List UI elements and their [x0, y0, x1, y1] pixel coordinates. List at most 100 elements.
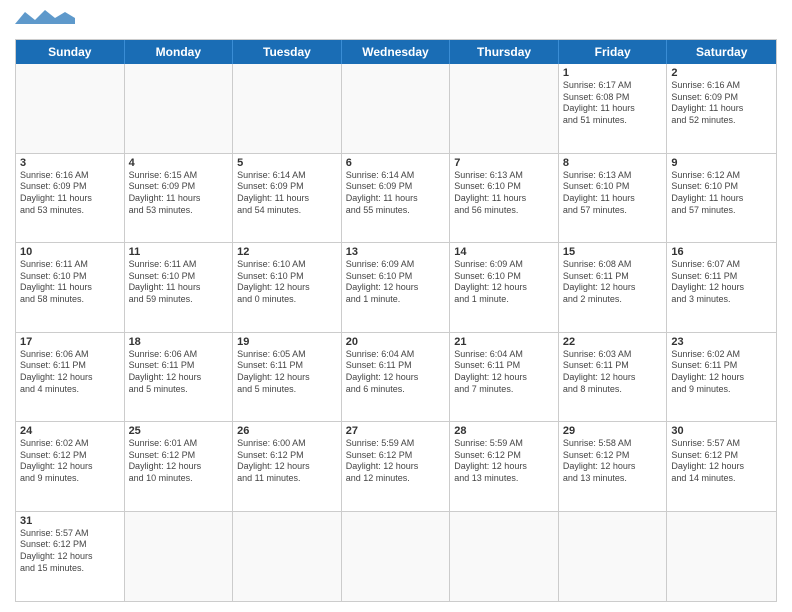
- day-info: Sunrise: 6:04 AM Sunset: 6:11 PM Dayligh…: [454, 349, 554, 396]
- day-header: Sunday: [16, 40, 125, 64]
- day-cell: 30Sunrise: 5:57 AM Sunset: 6:12 PM Dayli…: [667, 422, 776, 511]
- day-cell: 1Sunrise: 6:17 AM Sunset: 6:08 PM Daylig…: [559, 64, 668, 153]
- header: [15, 10, 777, 31]
- day-cell: 9Sunrise: 6:12 AM Sunset: 6:10 PM Daylig…: [667, 154, 776, 243]
- day-cell: 16Sunrise: 6:07 AM Sunset: 6:11 PM Dayli…: [667, 243, 776, 332]
- day-info: Sunrise: 6:11 AM Sunset: 6:10 PM Dayligh…: [20, 259, 120, 306]
- day-cell: 14Sunrise: 6:09 AM Sunset: 6:10 PM Dayli…: [450, 243, 559, 332]
- day-info: Sunrise: 6:06 AM Sunset: 6:11 PM Dayligh…: [129, 349, 229, 396]
- day-cell: 15Sunrise: 6:08 AM Sunset: 6:11 PM Dayli…: [559, 243, 668, 332]
- day-cell: 11Sunrise: 6:11 AM Sunset: 6:10 PM Dayli…: [125, 243, 234, 332]
- day-number: 23: [671, 336, 772, 348]
- day-header: Monday: [125, 40, 234, 64]
- day-header: Friday: [559, 40, 668, 64]
- day-number: 4: [129, 157, 229, 169]
- day-number: 9: [671, 157, 772, 169]
- day-info: Sunrise: 6:13 AM Sunset: 6:10 PM Dayligh…: [563, 170, 663, 217]
- week-row: 31Sunrise: 5:57 AM Sunset: 6:12 PM Dayli…: [16, 512, 776, 602]
- day-cell: 25Sunrise: 6:01 AM Sunset: 6:12 PM Dayli…: [125, 422, 234, 511]
- day-cell: [667, 512, 776, 602]
- day-number: 1: [563, 67, 663, 79]
- day-number: 11: [129, 246, 229, 258]
- day-info: Sunrise: 6:06 AM Sunset: 6:11 PM Dayligh…: [20, 349, 120, 396]
- day-info: Sunrise: 5:57 AM Sunset: 6:12 PM Dayligh…: [671, 438, 772, 485]
- day-cell: [125, 64, 234, 153]
- day-info: Sunrise: 6:02 AM Sunset: 6:11 PM Dayligh…: [671, 349, 772, 396]
- day-info: Sunrise: 6:03 AM Sunset: 6:11 PM Dayligh…: [563, 349, 663, 396]
- day-info: Sunrise: 6:16 AM Sunset: 6:09 PM Dayligh…: [20, 170, 120, 217]
- day-number: 6: [346, 157, 446, 169]
- day-header: Saturday: [667, 40, 776, 64]
- day-cell: 4Sunrise: 6:15 AM Sunset: 6:09 PM Daylig…: [125, 154, 234, 243]
- day-cell: [233, 64, 342, 153]
- day-cell: 18Sunrise: 6:06 AM Sunset: 6:11 PM Dayli…: [125, 333, 234, 422]
- day-info: Sunrise: 6:01 AM Sunset: 6:12 PM Dayligh…: [129, 438, 229, 485]
- day-cell: 5Sunrise: 6:14 AM Sunset: 6:09 PM Daylig…: [233, 154, 342, 243]
- day-number: 22: [563, 336, 663, 348]
- day-info: Sunrise: 6:15 AM Sunset: 6:09 PM Dayligh…: [129, 170, 229, 217]
- day-number: 12: [237, 246, 337, 258]
- day-info: Sunrise: 6:00 AM Sunset: 6:12 PM Dayligh…: [237, 438, 337, 485]
- day-number: 24: [20, 425, 120, 437]
- day-number: 10: [20, 246, 120, 258]
- day-info: Sunrise: 6:13 AM Sunset: 6:10 PM Dayligh…: [454, 170, 554, 217]
- day-cell: 19Sunrise: 6:05 AM Sunset: 6:11 PM Dayli…: [233, 333, 342, 422]
- week-row: 1Sunrise: 6:17 AM Sunset: 6:08 PM Daylig…: [16, 64, 776, 154]
- week-row: 10Sunrise: 6:11 AM Sunset: 6:10 PM Dayli…: [16, 243, 776, 333]
- day-info: Sunrise: 6:10 AM Sunset: 6:10 PM Dayligh…: [237, 259, 337, 306]
- day-cell: 6Sunrise: 6:14 AM Sunset: 6:09 PM Daylig…: [342, 154, 451, 243]
- day-cell: 23Sunrise: 6:02 AM Sunset: 6:11 PM Dayli…: [667, 333, 776, 422]
- calendar: SundayMondayTuesdayWednesdayThursdayFrid…: [15, 39, 777, 602]
- day-number: 7: [454, 157, 554, 169]
- day-number: 21: [454, 336, 554, 348]
- day-number: 19: [237, 336, 337, 348]
- day-number: 3: [20, 157, 120, 169]
- day-cell: [16, 64, 125, 153]
- day-info: Sunrise: 6:14 AM Sunset: 6:09 PM Dayligh…: [346, 170, 446, 217]
- calendar-grid: 1Sunrise: 6:17 AM Sunset: 6:08 PM Daylig…: [16, 64, 776, 601]
- day-cell: 3Sunrise: 6:16 AM Sunset: 6:09 PM Daylig…: [16, 154, 125, 243]
- day-number: 31: [20, 515, 120, 527]
- day-info: Sunrise: 6:02 AM Sunset: 6:12 PM Dayligh…: [20, 438, 120, 485]
- day-header: Wednesday: [342, 40, 451, 64]
- day-number: 26: [237, 425, 337, 437]
- day-number: 18: [129, 336, 229, 348]
- day-number: 25: [129, 425, 229, 437]
- day-cell: [125, 512, 234, 602]
- day-cell: 8Sunrise: 6:13 AM Sunset: 6:10 PM Daylig…: [559, 154, 668, 243]
- day-info: Sunrise: 6:08 AM Sunset: 6:11 PM Dayligh…: [563, 259, 663, 306]
- day-number: 29: [563, 425, 663, 437]
- day-cell: [450, 64, 559, 153]
- day-cell: 17Sunrise: 6:06 AM Sunset: 6:11 PM Dayli…: [16, 333, 125, 422]
- day-header: Thursday: [450, 40, 559, 64]
- day-number: 14: [454, 246, 554, 258]
- day-number: 13: [346, 246, 446, 258]
- day-info: Sunrise: 6:04 AM Sunset: 6:11 PM Dayligh…: [346, 349, 446, 396]
- day-number: 2: [671, 67, 772, 79]
- day-cell: 20Sunrise: 6:04 AM Sunset: 6:11 PM Dayli…: [342, 333, 451, 422]
- day-cell: 27Sunrise: 5:59 AM Sunset: 6:12 PM Dayli…: [342, 422, 451, 511]
- day-cell: 7Sunrise: 6:13 AM Sunset: 6:10 PM Daylig…: [450, 154, 559, 243]
- week-row: 17Sunrise: 6:06 AM Sunset: 6:11 PM Dayli…: [16, 333, 776, 423]
- day-cell: 26Sunrise: 6:00 AM Sunset: 6:12 PM Dayli…: [233, 422, 342, 511]
- day-number: 15: [563, 246, 663, 258]
- day-cell: 31Sunrise: 5:57 AM Sunset: 6:12 PM Dayli…: [16, 512, 125, 602]
- day-info: Sunrise: 6:17 AM Sunset: 6:08 PM Dayligh…: [563, 80, 663, 127]
- day-number: 17: [20, 336, 120, 348]
- day-number: 20: [346, 336, 446, 348]
- day-cell: 10Sunrise: 6:11 AM Sunset: 6:10 PM Dayli…: [16, 243, 125, 332]
- logo: [15, 10, 75, 31]
- logo-icon: [15, 10, 75, 26]
- week-row: 3Sunrise: 6:16 AM Sunset: 6:09 PM Daylig…: [16, 154, 776, 244]
- day-info: Sunrise: 6:12 AM Sunset: 6:10 PM Dayligh…: [671, 170, 772, 217]
- day-info: Sunrise: 6:05 AM Sunset: 6:11 PM Dayligh…: [237, 349, 337, 396]
- day-cell: [233, 512, 342, 602]
- day-cell: 24Sunrise: 6:02 AM Sunset: 6:12 PM Dayli…: [16, 422, 125, 511]
- day-info: Sunrise: 5:59 AM Sunset: 6:12 PM Dayligh…: [454, 438, 554, 485]
- day-number: 5: [237, 157, 337, 169]
- day-cell: [559, 512, 668, 602]
- day-info: Sunrise: 6:14 AM Sunset: 6:09 PM Dayligh…: [237, 170, 337, 217]
- page: SundayMondayTuesdayWednesdayThursdayFrid…: [0, 0, 792, 612]
- day-cell: 12Sunrise: 6:10 AM Sunset: 6:10 PM Dayli…: [233, 243, 342, 332]
- day-cell: 2Sunrise: 6:16 AM Sunset: 6:09 PM Daylig…: [667, 64, 776, 153]
